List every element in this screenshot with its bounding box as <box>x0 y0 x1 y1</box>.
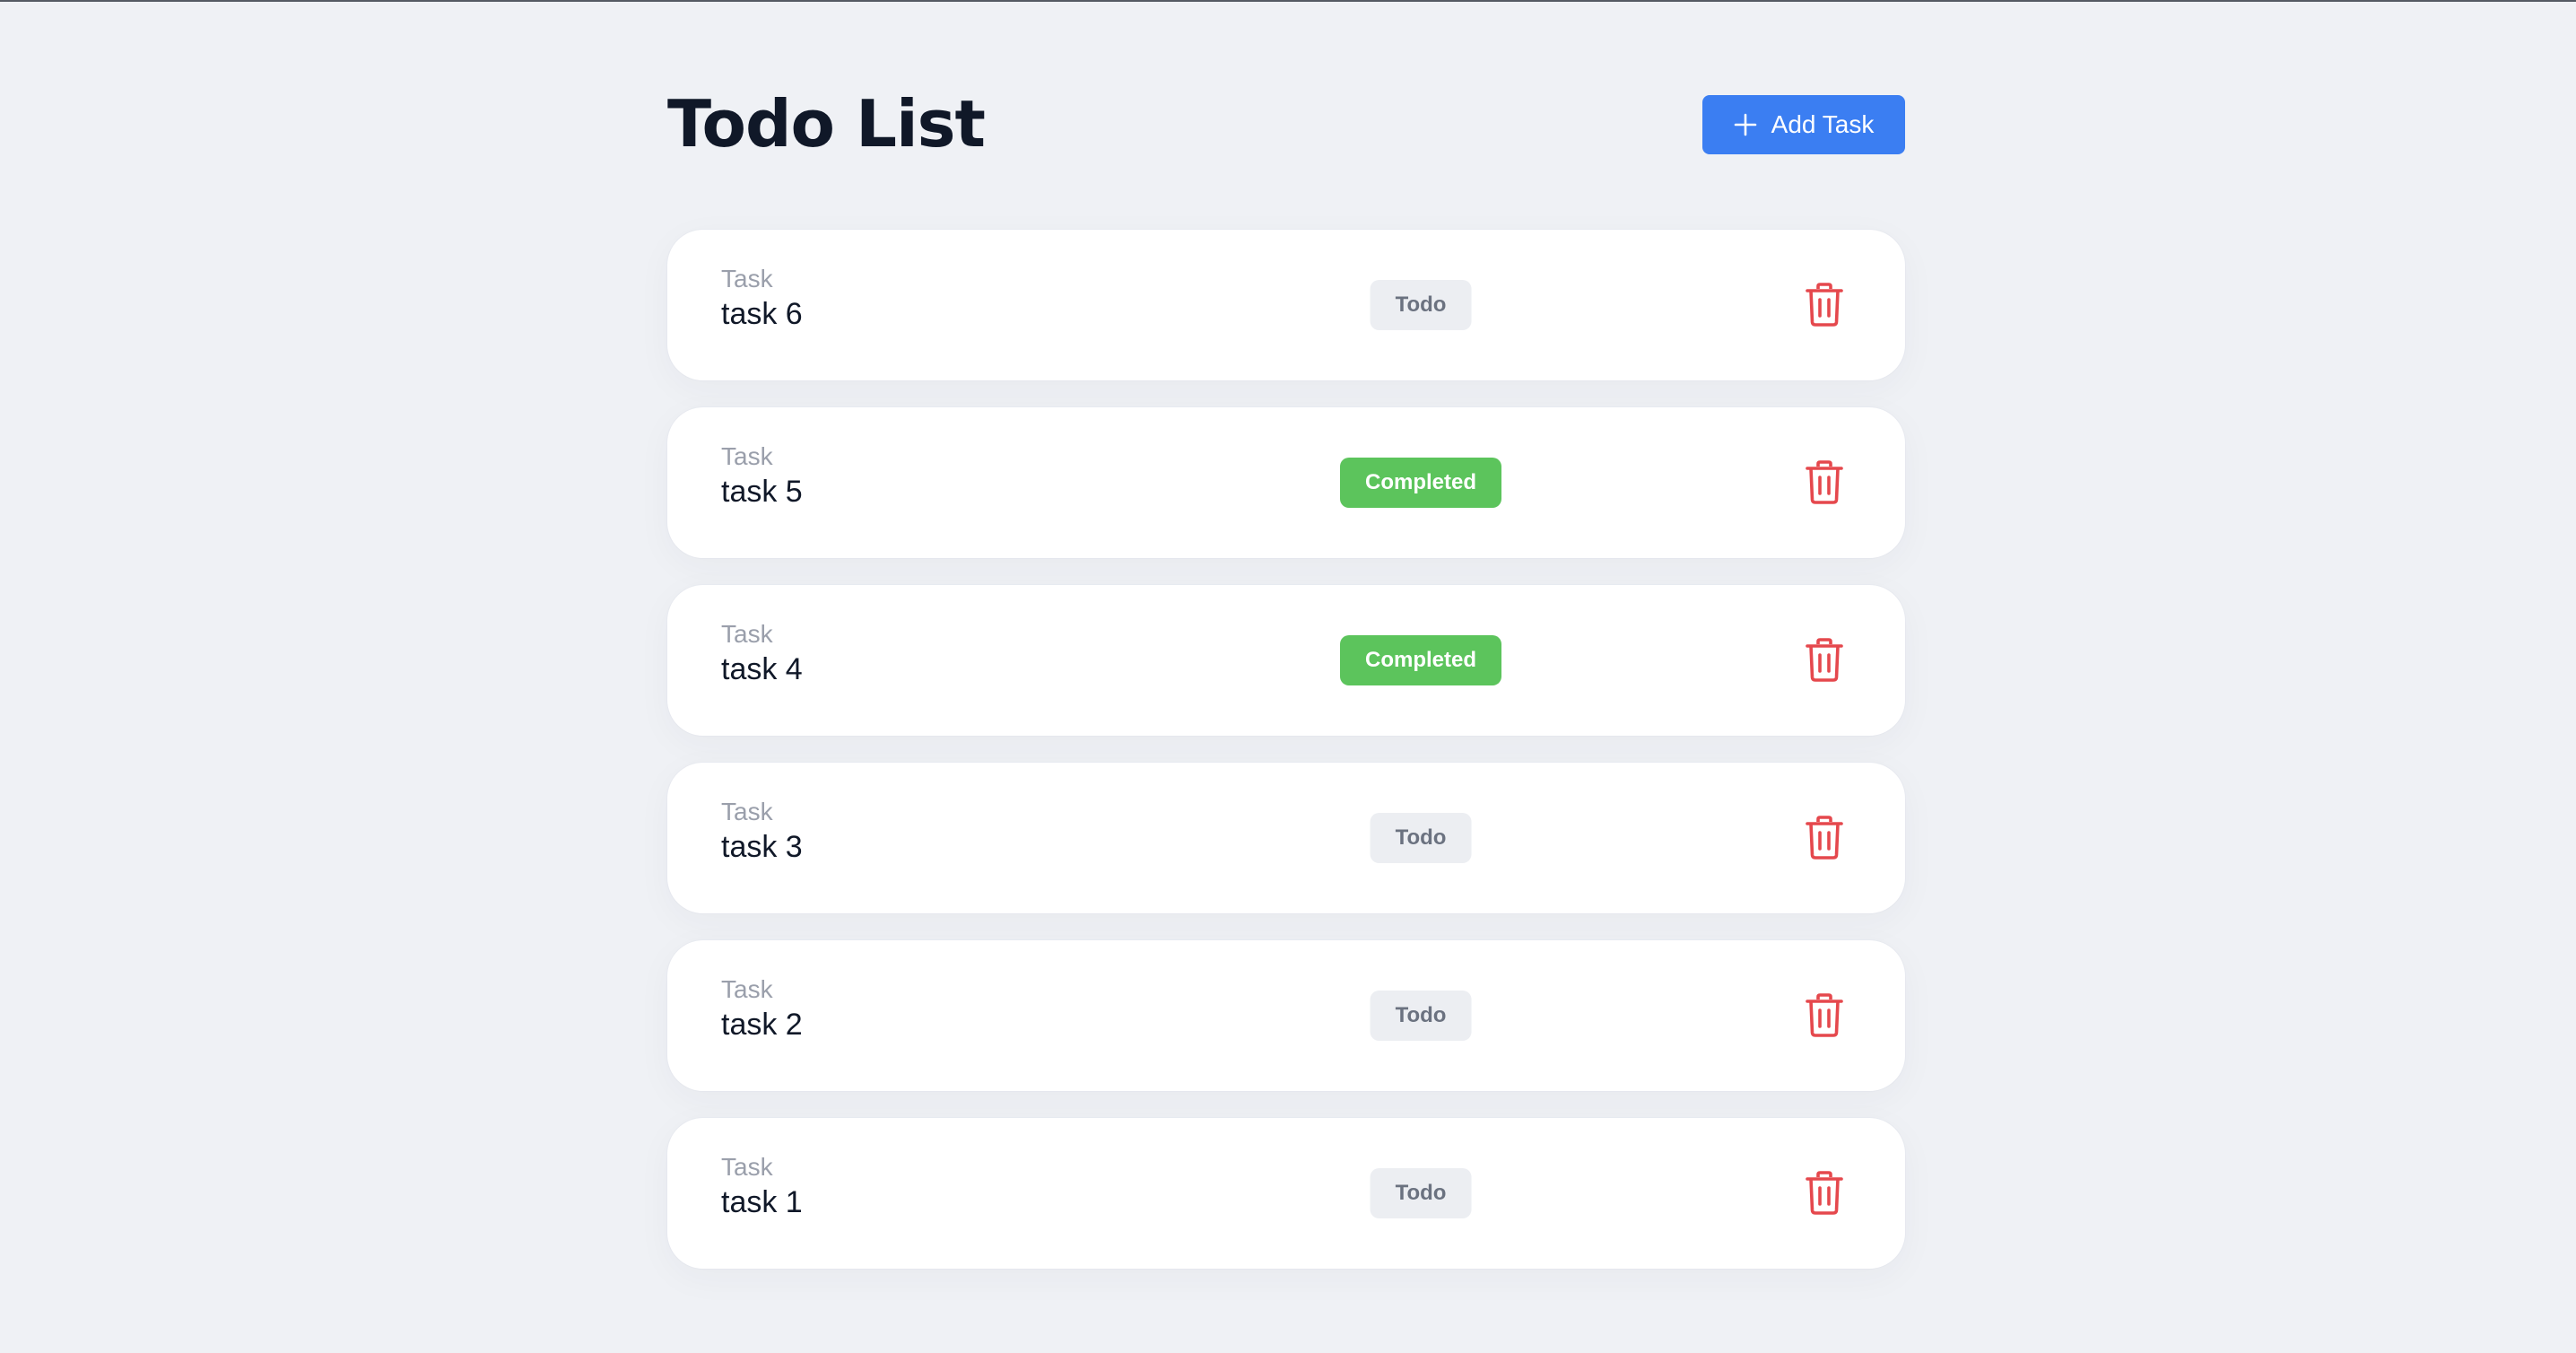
add-task-button[interactable]: Add Task <box>1702 95 1905 154</box>
trash-icon <box>1806 283 1843 327</box>
trash-icon <box>1806 638 1843 682</box>
page-title: Todo List <box>667 86 986 161</box>
trash-icon <box>1806 993 1843 1037</box>
trash-icon <box>1806 460 1843 504</box>
status-badge[interactable]: Todo <box>1370 280 1472 330</box>
task-name: task 4 <box>721 652 803 686</box>
task-card: Task task 2 Todo <box>667 940 1905 1091</box>
delete-task-button[interactable] <box>1797 456 1851 510</box>
task-caption: Task <box>721 620 773 648</box>
task-card: Task task 5 Completed <box>667 407 1905 558</box>
task-caption: Task <box>721 1153 773 1181</box>
delete-task-button[interactable] <box>1797 278 1851 332</box>
task-text: Task task 6 <box>721 264 803 334</box>
task-card: Task task 4 Completed <box>667 585 1905 736</box>
status-badge[interactable]: Todo <box>1370 813 1472 863</box>
add-task-button-label: Add Task <box>1771 110 1875 138</box>
task-text: Task task 2 <box>721 974 803 1044</box>
task-caption: Task <box>721 798 773 825</box>
delete-task-button[interactable] <box>1797 633 1851 687</box>
task-text: Task task 3 <box>721 797 803 867</box>
status-badge[interactable]: Completed <box>1339 458 1502 508</box>
delete-task-button[interactable] <box>1797 1166 1851 1220</box>
delete-task-button[interactable] <box>1797 989 1851 1043</box>
trash-icon <box>1806 816 1843 860</box>
task-caption: Task <box>721 442 773 470</box>
trash-icon <box>1806 1171 1843 1215</box>
task-caption: Task <box>721 265 773 292</box>
task-text: Task task 4 <box>721 619 803 689</box>
task-text: Task task 1 <box>721 1152 803 1222</box>
task-list: Task task 6 Todo Task task 5 Completed T… <box>667 230 1905 1296</box>
header: Todo List Add Task <box>667 2 1905 226</box>
task-name: task 5 <box>721 475 803 509</box>
task-text: Task task 5 <box>721 441 803 511</box>
status-badge[interactable]: Todo <box>1370 991 1472 1041</box>
delete-task-button[interactable] <box>1797 811 1851 865</box>
task-name: task 1 <box>721 1185 803 1219</box>
task-name: task 2 <box>721 1008 803 1042</box>
plus-icon <box>1734 113 1757 136</box>
status-badge[interactable]: Todo <box>1370 1168 1472 1218</box>
status-badge[interactable]: Completed <box>1339 635 1502 685</box>
task-card: Task task 1 Todo <box>667 1118 1905 1269</box>
task-caption: Task <box>721 975 773 1003</box>
task-card: Task task 3 Todo <box>667 763 1905 913</box>
task-card: Task task 6 Todo <box>667 230 1905 380</box>
todo-app: Todo List Add Task Task task 6 Todo Task… <box>667 2 1905 1269</box>
task-name: task 6 <box>721 297 803 331</box>
task-name: task 3 <box>721 830 803 864</box>
